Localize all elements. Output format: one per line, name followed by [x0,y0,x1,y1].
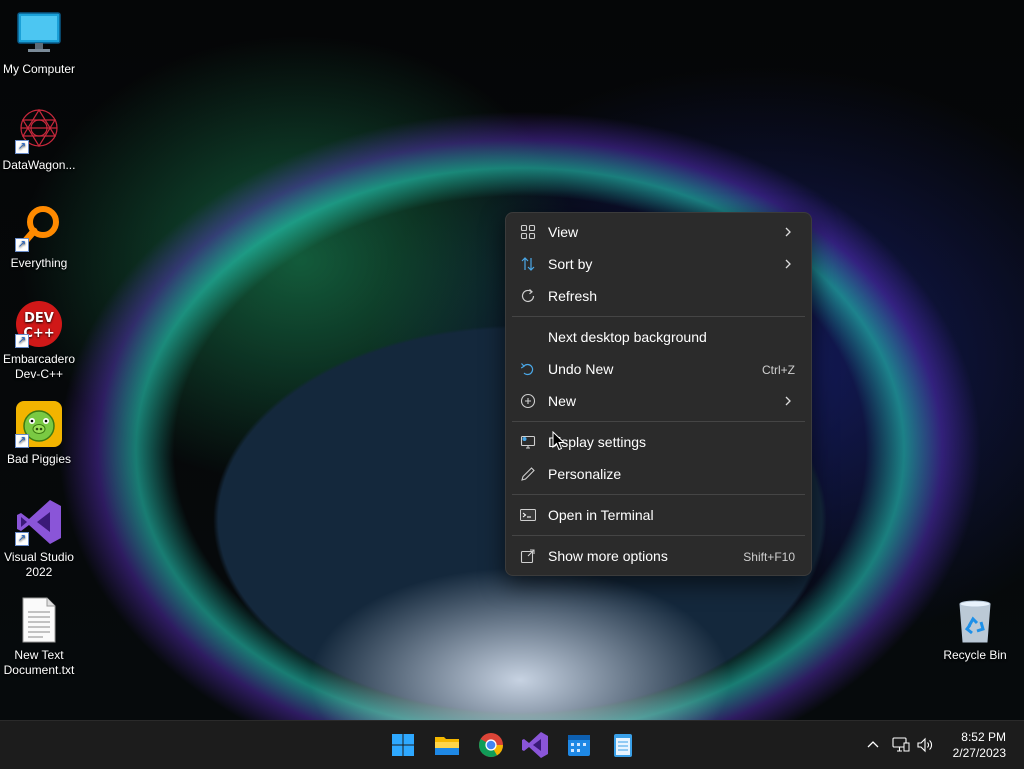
desktop-icon-bad-piggies[interactable]: ↗ Bad Piggies [0,400,78,467]
menu-item-undo-new[interactable]: Undo New Ctrl+Z [512,353,805,385]
sort-icon [521,257,535,271]
windows-start-icon [392,734,414,756]
menu-item-refresh[interactable]: Refresh [512,280,805,312]
desktop-icon-everything[interactable]: ↗ Everything [0,204,78,271]
desktop-icon-label: Bad Piggies [6,452,72,466]
refresh-icon [521,289,535,302]
chevron-right-icon [785,396,791,406]
desktop-icon-label: Recycle Bin [943,648,1007,662]
menu-item-show-more-options[interactable]: Show more options Shift+F10 [512,540,805,572]
desktop-icon-my-computer[interactable]: My Computer [0,10,78,77]
chevron-right-icon [785,227,791,237]
taskbar-file-explorer[interactable] [432,730,462,760]
menu-separator [512,535,805,536]
devcpp-icon: DEV C++ ↗ [15,300,63,348]
desktop-icon-label: Everything [10,256,68,270]
menu-item-label: Open in Terminal [548,507,654,523]
menu-item-label: View [548,224,579,240]
taskbar-clock[interactable]: 8:52 PM 2/27/2023 [953,729,1006,761]
menu-separator [512,421,805,422]
menu-item-label: Next desktop background [548,329,707,345]
shortcut-arrow-icon: ↗ [15,238,29,252]
clock-date: 2/27/2023 [952,746,1006,760]
visual-studio-icon [522,732,548,758]
shortcut-arrow-icon: ↗ [15,434,29,448]
system-tray [860,721,940,769]
menu-item-label: Undo New [548,361,614,377]
terminal-icon [520,509,536,521]
taskbar: 8:52 PM 2/27/2023 [0,720,1024,769]
chrome-icon [479,733,503,758]
display-settings-icon [520,435,536,449]
desktop-icon-label: Embarcadero Dev-C++ [2,352,76,381]
menu-item-label: Show more options [548,548,668,564]
desktop-icon-new-text-document[interactable]: New Text Document.txt [0,596,78,678]
pen-icon [521,467,535,481]
start-button[interactable] [388,730,418,760]
open-external-icon [520,549,535,564]
chevron-right-icon [785,259,791,269]
menu-item-new[interactable]: New [512,385,805,417]
recycle-bin-icon [951,596,999,644]
bad-piggies-icon: ↗ [15,400,63,448]
clock-time: 8:52 PM [961,730,1006,744]
chevron-up-icon[interactable] [866,738,880,752]
taskbar-visual-studio[interactable] [520,730,550,760]
keyboard-shortcut: Shift+F10 [743,550,795,564]
svg-text:DEV: DEV [24,311,54,326]
desktop-icon-label: Visual Studio 2022 [4,550,74,579]
network-icon[interactable] [892,737,910,753]
undo-icon [520,363,534,376]
desktop-icon-label: DataWagon... [2,158,76,172]
menu-separator [512,316,805,317]
menu-item-label: Sort by [548,256,593,272]
menu-item-label: Refresh [548,288,598,304]
taskbar-calendar[interactable] [564,730,594,760]
taskbar-notepad[interactable] [608,730,638,760]
desktop-context-menu: View Sort by Refresh Next desktop backgr… [505,212,812,576]
shortcut-arrow-icon: ↗ [15,140,29,154]
shortcut-arrow-icon: ↗ [15,532,29,546]
menu-item-label: New [548,393,577,409]
add-circle-icon [520,393,536,409]
menu-item-personalize[interactable]: Personalize [512,458,805,490]
menu-separator [512,494,805,495]
keyboard-shortcut: Ctrl+Z [762,363,795,377]
text-document-icon [15,596,63,644]
desktop-icon-visual-studio[interactable]: ↗ Visual Studio 2022 [0,498,78,580]
datawagon-icon: ↗ [15,106,63,154]
grid-view-icon [520,224,536,240]
desktop[interactable]: My Computer ↗ DataWagon... ↗ Everything … [0,0,1024,720]
desktop-icon-devcpp[interactable]: DEV C++ ↗ Embarcadero Dev-C++ [0,300,78,382]
desktop-icon-label: New Text Document.txt [3,648,75,677]
menu-item-label: Personalize [548,466,622,482]
desktop-icon-label: My Computer [2,62,76,76]
visual-studio-icon: ↗ [15,498,63,546]
menu-item-next-desktop-background[interactable]: Next desktop background [512,321,805,353]
file-explorer-icon [435,737,459,755]
shortcut-arrow-icon: ↗ [15,334,29,348]
volume-icon[interactable] [916,737,934,753]
monitor-icon [15,10,63,58]
mouse-cursor-icon [552,431,566,451]
search-magnifier-icon: ↗ [15,204,63,252]
taskbar-chrome[interactable] [476,730,506,760]
menu-item-view[interactable]: View [512,216,805,248]
menu-item-sort-by[interactable]: Sort by [512,248,805,280]
notepad-icon [614,734,632,757]
desktop-icon-datawagon[interactable]: ↗ DataWagon... [0,106,78,173]
desktop-icon-recycle-bin[interactable]: Recycle Bin [936,596,1014,663]
calendar-icon [568,735,590,756]
menu-item-open-in-terminal[interactable]: Open in Terminal [512,499,805,531]
